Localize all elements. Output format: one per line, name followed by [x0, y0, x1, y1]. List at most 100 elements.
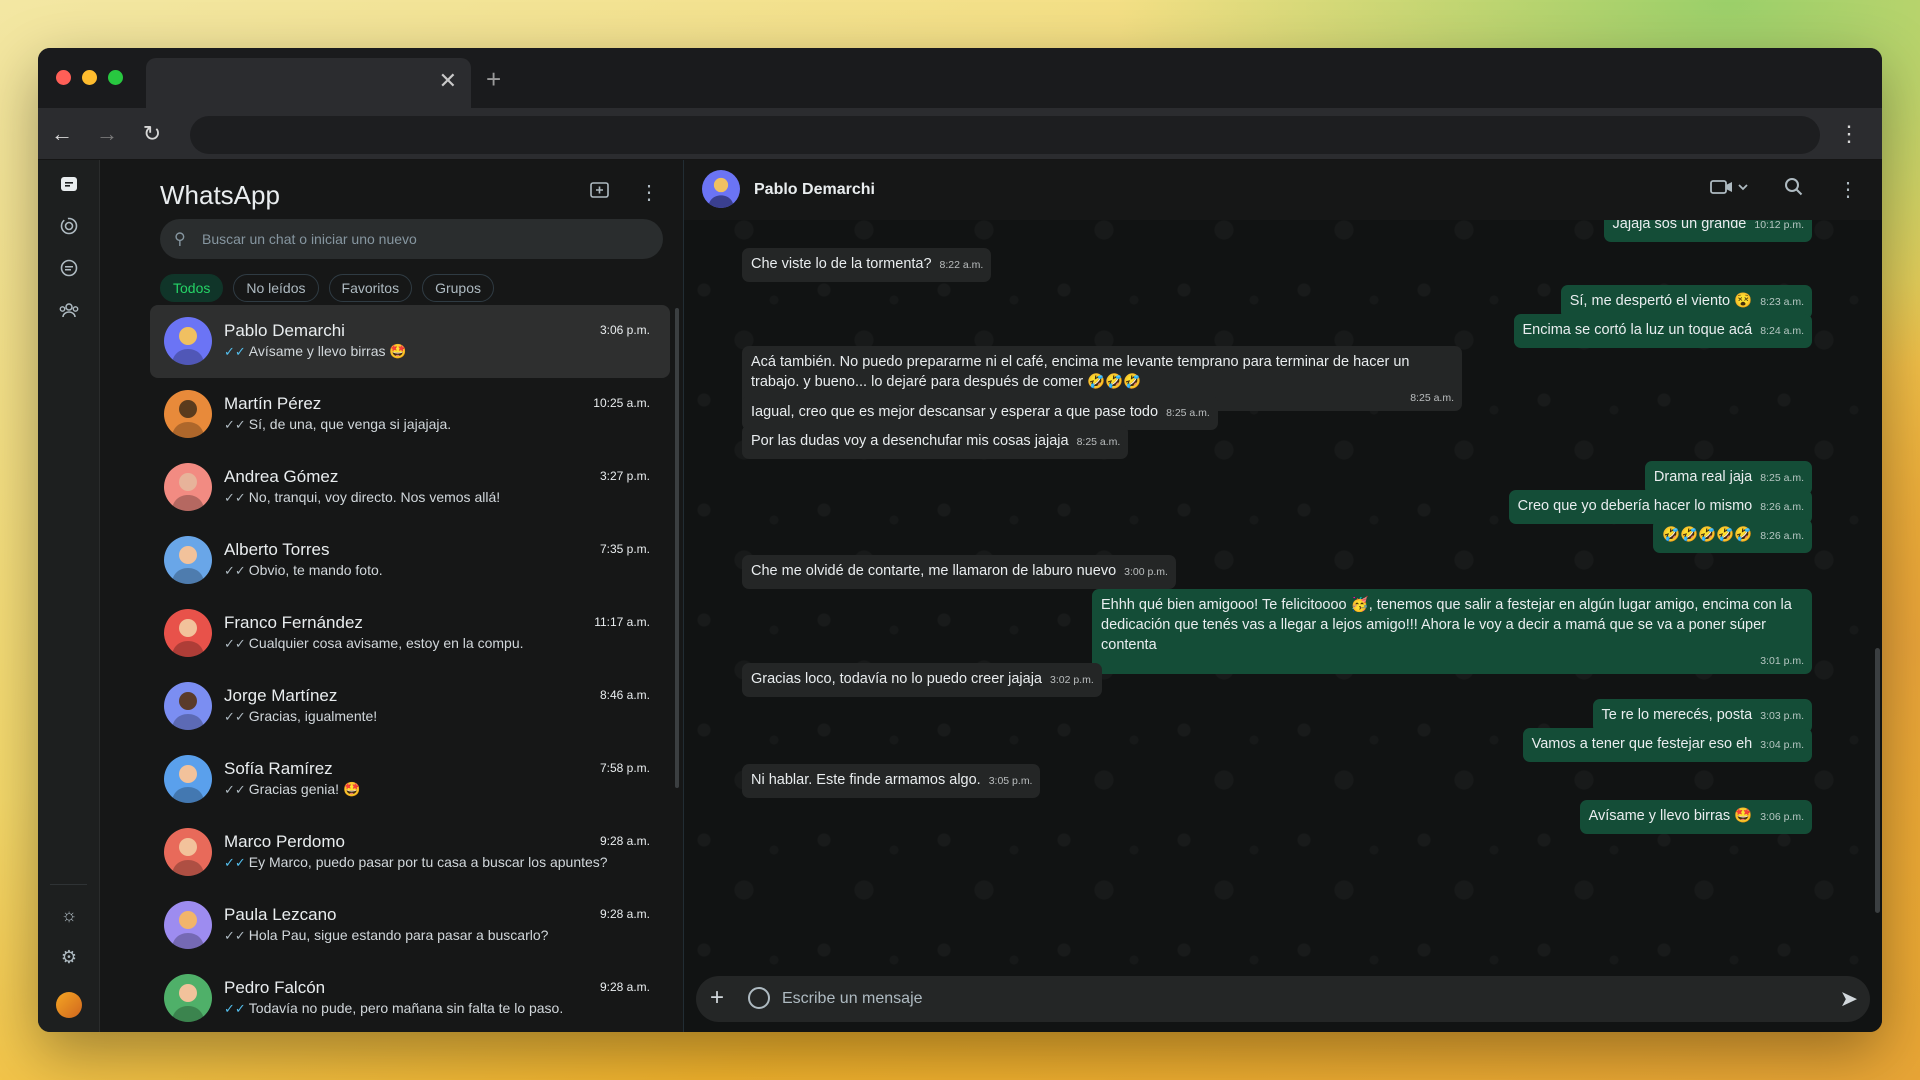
message-text: Vamos a tener que festejar eso eh	[1531, 736, 1753, 752]
chat-preview-text: Obvio, te mando foto.	[248, 562, 383, 578]
filter-groups[interactable]: Grupos	[422, 274, 495, 302]
incoming-message[interactable]: Por las dudas voy a desenchufar mis cosa…	[742, 425, 1129, 459]
new-chat-icon[interactable]	[589, 180, 611, 206]
double-check-icon: ✓✓	[224, 709, 246, 724]
attach-icon[interactable]: +	[710, 985, 724, 1011]
chat-preview: ✓✓ Todavía no pude, pero mañana sin falta…	[224, 1000, 563, 1017]
avatar	[164, 901, 212, 949]
window-controls	[56, 70, 123, 85]
chat-list-item[interactable]: Sofía Ramírez 7:58 p.m. ✓✓ Gracias genia! 🤩	[150, 743, 670, 816]
message-time: 3:05 p.m.	[988, 775, 1033, 787]
chat-preview: ✓✓ Cualquier cosa avisame, estoy en la co…	[224, 635, 524, 652]
chat-time: 3:06 p.m.	[599, 323, 650, 337]
chats-icon[interactable]	[56, 174, 82, 200]
message-text: 🤣🤣🤣🤣🤣	[1661, 527, 1753, 543]
new-tab-icon[interactable]: +	[486, 66, 501, 92]
message-time: 3:04 p.m.	[1760, 739, 1804, 751]
browser-tab[interactable]: ✕	[146, 58, 471, 108]
double-check-icon: ✓✓	[224, 928, 246, 943]
channels-icon[interactable]	[56, 258, 82, 284]
sidebar-menu-icon[interactable]: ⋮	[639, 180, 659, 206]
chat-preview: ✓✓ Avísame y llevo birras 🤩	[224, 343, 407, 360]
message-time: 3:01 p.m.	[1760, 655, 1804, 667]
communities-icon[interactable]	[56, 300, 82, 326]
message-input[interactable]	[782, 976, 1822, 1022]
maximize-window-button[interactable]	[108, 70, 123, 85]
chat-preview-text: No, tranqui, voy directo. Nos vemos allá…	[248, 489, 501, 505]
send-icon[interactable]: ➤	[1840, 987, 1858, 1011]
chat-preview: ✓✓ Ey Marco, puedo pasar por tu casa a bu…	[224, 854, 608, 871]
outgoing-message[interactable]: Avísame y llevo birras 🤩 3:06 p.m.	[1579, 800, 1812, 834]
address-bar[interactable]	[190, 116, 1820, 154]
conversation-menu-icon[interactable]: ⋮	[1838, 177, 1858, 203]
forward-arrow-icon[interactable]: →	[93, 120, 121, 148]
outgoing-message[interactable]: 🤣🤣🤣🤣🤣 8:26 a.m.	[1652, 519, 1812, 553]
profile-avatar[interactable]	[56, 992, 82, 1018]
message-time: 8:25 a.m.	[1760, 472, 1804, 484]
outgoing-message[interactable]: Vamos a tener que festejar eso eh 3:04 p.…	[1522, 728, 1812, 762]
chat-preview-text: Avísame y llevo birras 🤩	[248, 343, 407, 359]
media-settings-icon[interactable]: ☼	[56, 902, 82, 928]
contact-name: Pablo Demarchi	[754, 181, 875, 198]
filter-favorites[interactable]: Favoritos	[328, 274, 413, 302]
chat-name: Andrea Gómez	[224, 467, 339, 486]
outgoing-message[interactable]: Encima se cortó la luz un toque acá 8:24 …	[1513, 314, 1812, 348]
message-text: Creo que yo debería hacer lo mismo	[1517, 498, 1753, 514]
chat-preview: ✓✓ Gracias genia! 🤩	[224, 781, 360, 798]
message-text: Avísame y llevo birras 🤩	[1588, 808, 1753, 824]
chat-list-item[interactable]: Alberto Torres 7:35 p.m. ✓✓ Obvio, te mando…	[150, 524, 670, 597]
incoming-message[interactable]: Che viste lo de la tormenta? 8:22 a.m.	[742, 248, 992, 282]
emoji-icon[interactable]	[748, 987, 770, 1009]
message-text: Te re lo merecés, posta	[1601, 707, 1753, 723]
chat-preview-text: Hola Pau, sigue estando para pasar a bus…	[248, 927, 549, 943]
incoming-message[interactable]: Che me olvidé de contarte, me llamaron d…	[742, 555, 1176, 589]
message-time: 10:12 p.m.	[1754, 219, 1804, 231]
reload-icon[interactable]: ↻	[138, 120, 166, 148]
nav-rail: ☼ ⚙	[38, 160, 100, 1032]
incoming-message[interactable]: Gracias loco, todavía no lo puedo creer …	[742, 663, 1102, 697]
avatar	[164, 609, 212, 657]
app-title: WhatsApp	[160, 180, 280, 210]
filter-all[interactable]: Todos	[160, 274, 224, 302]
chat-time: 10:25 a.m.	[593, 396, 650, 410]
chat-list-item[interactable]: Martín Pérez 10:25 a.m. ✓✓ Sí, de una, que …	[150, 378, 670, 451]
message-scrollbar[interactable]	[1875, 648, 1880, 913]
filter-unread[interactable]: No leídos	[233, 274, 319, 302]
conversation-header[interactable]: Pablo Demarchi ⋮	[684, 160, 1882, 220]
status-icon[interactable]	[56, 216, 82, 242]
minimize-window-button[interactable]	[82, 70, 97, 85]
gear-icon[interactable]: ⚙	[56, 944, 82, 970]
chat-time: 3:27 p.m.	[599, 469, 650, 483]
search-icon[interactable]	[1784, 177, 1804, 203]
chat-list-item[interactable]: Pedro Falcón 9:28 a.m. ✓✓ Todavía no pude, …	[150, 962, 670, 1032]
chat-list-scrollbar[interactable]	[675, 308, 679, 788]
tab-strip: ✕ +	[38, 48, 1882, 108]
contact-avatar[interactable]	[702, 170, 740, 208]
outgoing-message[interactable]: Ehhh qué bien amigooo! Te felicitoooo 🥳,…	[1092, 589, 1812, 674]
message-time: 3:00 p.m.	[1124, 566, 1168, 578]
search-input[interactable]	[202, 219, 642, 259]
chat-list-item[interactable]: Andrea Gómez 3:27 p.m. ✓✓ No, tranqui, voy …	[150, 451, 670, 524]
message-time: 8:22 a.m.	[939, 259, 984, 271]
conversation-pane: Pablo Demarchi ⋮ Jajaja sos un grande 10:…	[684, 160, 1882, 1032]
close-tab-icon[interactable]: ✕	[439, 70, 457, 92]
chat-list-item[interactable]: Jorge Martínez 8:46 a.m. ✓✓ Gracias, igualm…	[150, 670, 670, 743]
message-text: Sí, me despertó el viento 😵	[1569, 293, 1753, 309]
chat-list-item[interactable]: Marco Perdomo 9:28 a.m. ✓✓ Ey Marco, puedo …	[150, 816, 670, 889]
close-window-button[interactable]	[56, 70, 71, 85]
chat-list-item[interactable]: Pablo Demarchi 3:06 p.m. ✓✓ Avísame y llevo…	[150, 305, 670, 378]
message-time: 8:25 a.m.	[1076, 436, 1121, 448]
chat-name: Pablo Demarchi	[224, 321, 345, 340]
back-arrow-icon[interactable]: ←	[48, 120, 76, 148]
video-camera-icon[interactable]	[1710, 177, 1750, 203]
search-box[interactable]: ⚲	[160, 219, 663, 259]
chat-name: Marco Perdomo	[224, 832, 345, 851]
chat-list-item[interactable]: Paula Lezcano 9:28 a.m. ✓✓ Hola Pau, sigue …	[150, 889, 670, 962]
message-time: 3:03 p.m.	[1760, 710, 1804, 722]
message-time: 3:02 p.m.	[1049, 674, 1094, 686]
chat-preview-text: Gracias genia! 🤩	[248, 781, 361, 797]
browser-menu-icon[interactable]: ⋮	[1838, 120, 1860, 148]
incoming-message[interactable]: Ni hablar. Este finde armamos algo. 3:05 …	[742, 764, 1041, 798]
chat-list-item[interactable]: Franco Fernández 11:17 a.m. ✓✓ Cualquier co…	[150, 597, 670, 670]
whatsapp-app: ☼ ⚙ WhatsApp ⋮ ⚲ Todos No leídos Favorit…	[38, 160, 1882, 1032]
